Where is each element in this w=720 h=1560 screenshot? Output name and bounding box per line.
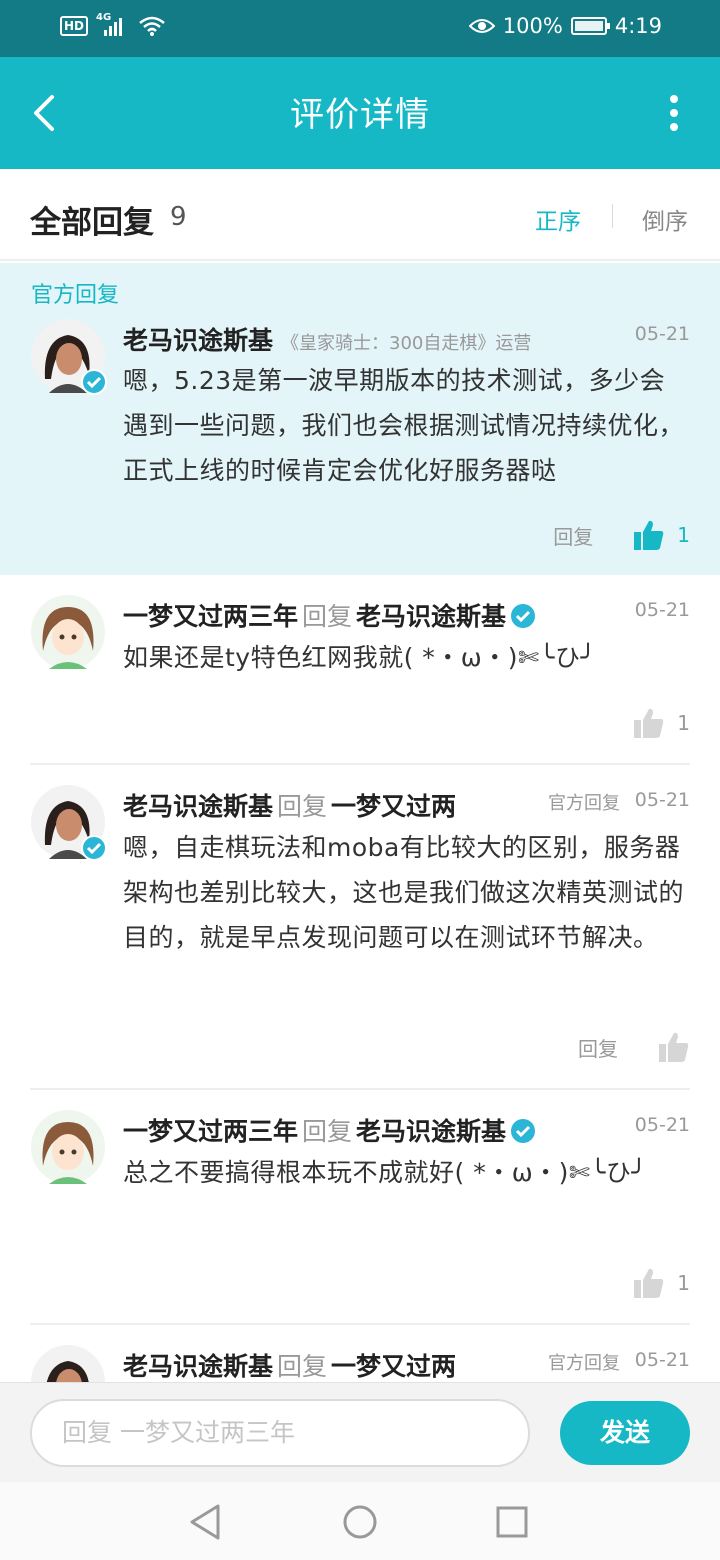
reply-button[interactable]: 回复 — [578, 1033, 618, 1062]
official-reply-label: 官方回复 — [548, 793, 620, 814]
comment-date: 05-21 — [634, 789, 690, 811]
sort-divider — [612, 204, 613, 228]
reply-input-bar: 回复 一梦又过两三年 发送 — [0, 1382, 720, 1482]
hd-badge: HD — [60, 16, 89, 36]
comment-actions: 回复 — [578, 1031, 690, 1063]
username[interactable]: 老马识途斯基 — [123, 326, 273, 355]
reply-button[interactable]: 回复 — [553, 521, 593, 550]
thumbs-up-icon — [634, 1268, 664, 1298]
like-button[interactable] — [658, 1031, 690, 1063]
reply-word: 回复 — [302, 602, 353, 631]
sort-descending-button[interactable]: 倒序 — [642, 202, 688, 236]
page-title: 评价详情 — [290, 95, 430, 135]
thumbs-up-icon — [634, 708, 664, 738]
thumbs-up-icon — [659, 1032, 689, 1062]
official-reply-tag: 官方回复 — [31, 283, 120, 308]
thumbs-up-icon — [634, 520, 664, 550]
avatar[interactable] — [31, 595, 105, 669]
username[interactable]: 老马识途斯基 — [123, 792, 273, 821]
more-vertical-icon[interactable] — [668, 95, 680, 131]
send-button[interactable]: 发送 — [560, 1401, 690, 1465]
comment-meta: 一梦又过两三年 回复 老马识途斯基 05-21 — [123, 1112, 690, 1152]
signal-icon: 4G — [96, 12, 130, 38]
battery-icon — [570, 17, 610, 35]
comment-item: 老马识途斯基 回复 一梦又过两 官方回复 05-21 嗯，自走棋玩法和moba有比较… — [0, 765, 720, 1090]
nav-back-icon[interactable] — [186, 1502, 226, 1542]
comment-text: 嗯，5.23是第一波早期版本的技术测试，多少会遇到一些问题，我们也会根据测试情况… — [123, 366, 685, 485]
replies-header: 全部回复 9 正序 倒序 — [0, 169, 720, 261]
comment-item: 一梦又过两三年 回复 老马识途斯基 05-21 总之不要搞得根本玩不成就好( *・ω… — [0, 1090, 720, 1325]
comment-date: 05-21 — [634, 599, 690, 621]
comment-actions: 1 — [633, 1267, 690, 1299]
like-button[interactable]: 1 — [633, 1267, 690, 1299]
reply-target[interactable]: 一梦又过两 — [331, 1352, 456, 1381]
avatar[interactable] — [31, 785, 107, 861]
comment-meta: 老马识途斯基 《皇家骑士：300自走棋》运营 05-21 — [123, 321, 690, 361]
eye-icon — [468, 19, 495, 33]
official-reply-block: 官方回复 老马识途斯基 《皇家骑士：300自走棋》运营 05-21 嗯，5.23是… — [0, 263, 720, 575]
comment-date: 05-21 — [634, 323, 690, 345]
like-count: 1 — [677, 1271, 690, 1295]
comment-actions: 1 — [633, 707, 690, 739]
replies-count: 9 — [170, 202, 187, 232]
like-count: 1 — [677, 523, 690, 547]
sort-ascending-button[interactable]: 正序 — [535, 202, 581, 236]
clock: 4:19 — [614, 14, 662, 38]
like-count: 1 — [677, 711, 690, 735]
comment-item: 一梦又过两三年 回复 老马识途斯基 05-21 如果还是ty特色红网我就( *・ω・… — [0, 575, 720, 765]
status-bar: HD 4G 100% 4:19 — [0, 0, 720, 57]
comment-meta: 老马识途斯基 回复 一梦又过两 官方回复 05-21 — [123, 787, 690, 827]
nav-home-icon[interactable] — [340, 1502, 380, 1542]
avatar[interactable] — [31, 1345, 105, 1382]
avatar[interactable] — [31, 1110, 105, 1184]
comment-text: 如果还是ty特色红网我就( *・ω・)✄╰ひ╯ — [123, 643, 597, 672]
nav-recents-icon[interactable] — [492, 1502, 532, 1542]
comment-item: 老马识途斯基 回复 一梦又过两 官方回复 05-21 — [0, 1325, 720, 1382]
username[interactable]: 老马识途斯基 — [123, 1352, 273, 1381]
comment-date: 05-21 — [634, 1114, 690, 1136]
reply-input[interactable]: 回复 一梦又过两三年 — [30, 1399, 530, 1467]
system-nav-bar — [0, 1482, 720, 1560]
app-header: 评价详情 — [0, 57, 720, 169]
replies-title: 全部回复 — [30, 205, 154, 241]
reply-target[interactable]: 老马识途斯基 — [356, 1117, 506, 1146]
reply-word: 回复 — [277, 792, 328, 821]
like-button[interactable]: 1 — [633, 519, 690, 551]
verified-icon — [511, 1119, 536, 1143]
verified-icon — [81, 369, 107, 395]
verified-icon — [511, 604, 536, 628]
reply-word: 回复 — [277, 1352, 328, 1381]
game-tag: 《皇家骑士：300自走棋》运营 — [281, 333, 532, 354]
reply-word: 回复 — [302, 1117, 353, 1146]
verified-icon — [81, 835, 107, 861]
comment-meta: 老马识途斯基 回复 一梦又过两 官方回复 05-21 — [123, 1347, 690, 1382]
username[interactable]: 一梦又过两三年 — [123, 1117, 298, 1146]
battery-percent: 100% — [502, 14, 563, 38]
official-reply-label: 官方回复 — [548, 1353, 620, 1374]
comment-text: 嗯，自走棋玩法和moba有比较大的区别，服务器架构也差别比较大，这也是我们做这次… — [123, 833, 685, 952]
username[interactable]: 一梦又过两三年 — [123, 602, 298, 631]
wifi-icon — [139, 16, 165, 36]
comment-meta: 一梦又过两三年 回复 老马识途斯基 05-21 — [123, 597, 690, 637]
comment-date: 05-21 — [634, 1349, 690, 1371]
reply-target[interactable]: 老马识途斯基 — [356, 602, 506, 631]
comment-actions: 回复 1 — [553, 519, 690, 551]
avatar[interactable] — [31, 319, 107, 395]
comment-text: 总之不要搞得根本玩不成就好( *・ω・)✄╰ひ╯ — [123, 1158, 647, 1187]
like-button[interactable]: 1 — [633, 707, 690, 739]
reply-target[interactable]: 一梦又过两 — [331, 792, 456, 821]
